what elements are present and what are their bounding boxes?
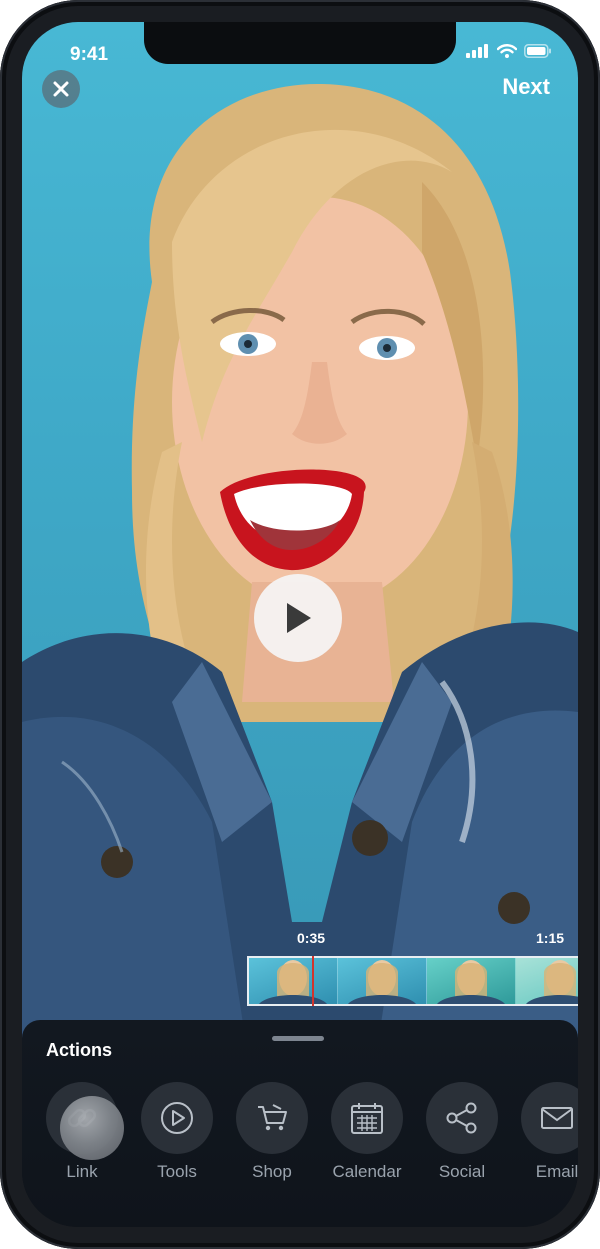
action-social-circle[interactable] <box>426 1082 498 1154</box>
action-link-circle[interactable] <box>46 1082 124 1160</box>
action-calendar-circle[interactable] <box>331 1082 403 1154</box>
screen: 9:41 Next 0:35 1:15 Actions Link Tools S… <box>22 22 578 1227</box>
calendar-icon <box>351 1103 383 1134</box>
close-button[interactable] <box>42 70 80 108</box>
action-social-label: Social <box>438 1162 486 1181</box>
video-frame-illustration <box>22 83 578 1082</box>
status-time: 9:41 <box>70 44 109 65</box>
play-icon <box>287 603 311 633</box>
action-email[interactable]: Email <box>521 1082 578 1182</box>
action-calendar-label: Calendar <box>332 1162 402 1181</box>
battery-icon <box>524 44 551 58</box>
end-time: 1:15 <box>536 930 565 946</box>
cart-icon <box>258 1104 287 1131</box>
action-email-label: Email <box>535 1162 578 1181</box>
action-social[interactable]: Social <box>426 1082 498 1182</box>
action-tools[interactable]: Tools <box>141 1082 213 1182</box>
action-email-circle[interactable] <box>521 1082 578 1154</box>
play-circle-icon <box>161 1102 193 1134</box>
video-preview[interactable] <box>22 22 578 1082</box>
actions-sheet: Actions Link Tools Shop Calendar Social … <box>22 1020 578 1227</box>
sheet-drag-handle[interactable] <box>272 1036 324 1041</box>
status-icons <box>466 44 552 58</box>
next-button[interactable]: Next <box>502 74 550 100</box>
mail-icon <box>541 1107 573 1129</box>
wifi-icon <box>497 44 517 58</box>
timeline-thumbnail <box>427 958 516 1004</box>
timeline-thumbnail <box>516 958 578 1004</box>
play-button[interactable] <box>254 574 342 662</box>
action-shop-circle[interactable] <box>236 1082 308 1154</box>
current-time: 0:35 <box>297 930 326 946</box>
close-icon <box>53 81 69 97</box>
touch-indicator <box>60 1096 124 1160</box>
action-calendar[interactable]: Calendar <box>331 1082 403 1182</box>
timeline-thumbnail <box>249 958 338 1004</box>
video-timeline[interactable] <box>247 956 578 1006</box>
timeline-playhead[interactable] <box>312 956 314 1006</box>
action-tools-label: Tools <box>157 1162 197 1181</box>
action-link[interactable]: Link <box>46 1082 124 1182</box>
actions-row: Link Tools Shop Calendar Social Email <box>46 1082 578 1182</box>
action-link-label: Link <box>66 1162 98 1181</box>
phone-frame: 9:41 Next 0:35 1:15 Actions Link Tools S… <box>0 0 600 1249</box>
action-shop-label: Shop <box>252 1162 292 1181</box>
action-shop[interactable]: Shop <box>236 1082 308 1182</box>
signal-icon <box>466 44 488 58</box>
device-notch <box>144 22 456 64</box>
action-tools-circle[interactable] <box>141 1082 213 1154</box>
share-icon <box>446 1102 477 1134</box>
timeline-thumbnail <box>338 958 427 1004</box>
sheet-title: Actions <box>46 1040 113 1060</box>
